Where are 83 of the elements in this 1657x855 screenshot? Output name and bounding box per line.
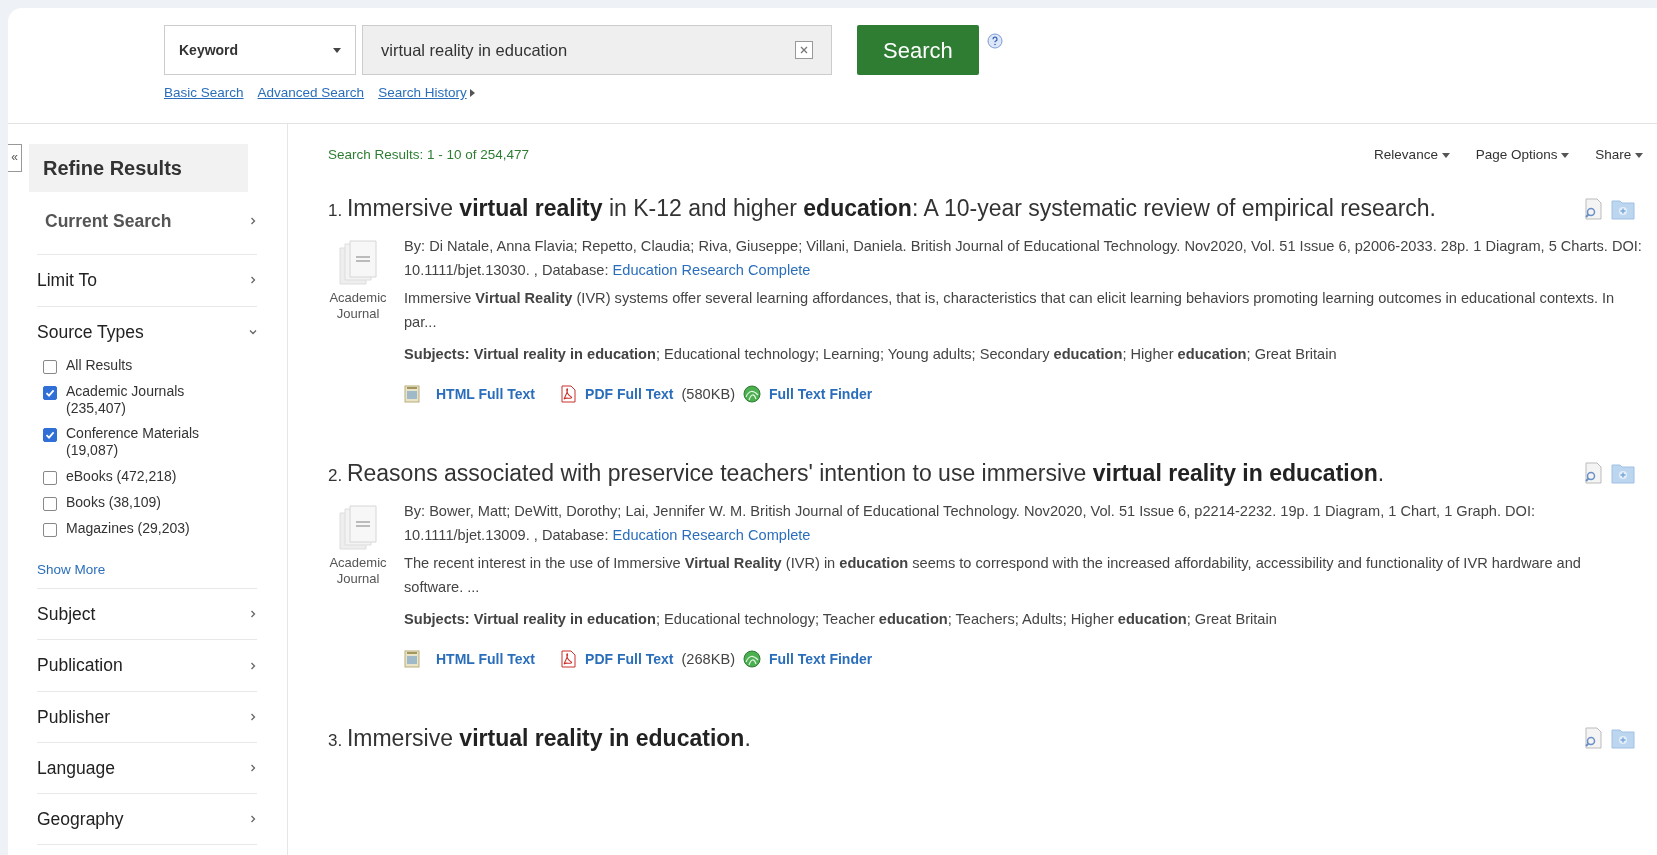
add-to-folder-icon[interactable] [1611, 727, 1635, 750]
chevron-icon [249, 276, 257, 285]
caret-icon [1441, 152, 1450, 158]
clear-icon[interactable] [795, 41, 813, 59]
chevron-icon [249, 217, 257, 226]
add-to-folder-icon[interactable] [1611, 197, 1635, 220]
checkbox-label[interactable]: All Results [66, 356, 133, 374]
facet-header[interactable]: Source Types [37, 306, 257, 357]
facet-header[interactable]: Publisher [37, 691, 257, 743]
checkbox[interactable] [43, 496, 57, 511]
search-input-field[interactable]: virtual reality in education [362, 25, 832, 75]
chevron-icon [249, 610, 257, 619]
facet-header[interactable]: Geography [37, 794, 257, 846]
database-link[interactable]: Education Research Complete [612, 261, 811, 278]
checkbox[interactable] [43, 359, 57, 374]
document-type-label: Academic Journal [328, 289, 388, 323]
facet-header[interactable]: Limit To [37, 255, 257, 307]
database-link[interactable]: Education Research Complete [612, 526, 811, 543]
html-full-text-link[interactable]: HTML Full Text [436, 647, 536, 671]
document-icon [338, 504, 378, 551]
dropdown-menu-button[interactable]: Relevance [1374, 145, 1450, 166]
magnifier-page-icon[interactable] [1583, 462, 1603, 485]
result-title[interactable]: 2. Reasons associated with preservice teachers' intention to use immersive virtual reality in education. [328, 456, 1385, 491]
file-size: (268KB) [681, 650, 735, 670]
chevron-icon [249, 661, 257, 670]
search-mode-link[interactable]: Advanced Search [257, 85, 365, 100]
html-full-text-link[interactable]: HTML Full Text [436, 382, 536, 406]
checkbox-label[interactable]: Academic Journals (235,407) [66, 382, 243, 417]
help-icon[interactable] [986, 33, 1003, 49]
document-icon [338, 239, 378, 286]
result-citation: By: Di Natale, Anna Flavia; Repetto, Claudia; Riva, Giuseppe; Villani, Daniela. British Journal of Educational Technology. Nov2020, Vol. 51 Issue 6, p2006-2033. 28p. 1 Diagram, 5 Charts. DOI: 10.1111/bjet.13030. , Database: Education Research Complete [404, 236, 1643, 280]
facet-header[interactable]: Current Search [37, 192, 257, 256]
result-title[interactable]: 1. Immersive virtual reality in K-12 and higher education: A 10-year systematic review of empirical research. [328, 191, 1436, 226]
checkbox[interactable] [43, 522, 57, 537]
full-text-finder-link[interactable]: Full Text Finder [769, 647, 873, 671]
search-mode-link[interactable]: Basic Search [164, 85, 244, 100]
file-size: (580KB) [681, 385, 735, 405]
caret-icon [1635, 152, 1643, 158]
search-field-type-select[interactable]: Keyword [164, 25, 356, 75]
chevron-icon [249, 327, 257, 336]
html-document-icon [404, 385, 420, 404]
chevron-icon [249, 764, 257, 773]
document-type-label: Academic Journal [328, 554, 388, 588]
pdf-icon [559, 385, 578, 404]
search-history-link[interactable]: Search History [378, 85, 467, 100]
facet-header[interactable]: Publication [37, 640, 257, 692]
checkbox-label[interactable]: Conference Materials (19,087) [66, 425, 243, 459]
checkbox-label[interactable]: eBooks (472,218) [66, 467, 177, 485]
results-summary: Search Results: 1 - 10 of 254,477 [328, 146, 530, 164]
facet-header[interactable]: Language [37, 742, 257, 795]
result-citation: By: Bower, Matt; DeWitt, Dorothy; Lai, Jennifer W. M. British Journal of Educational Technology. Nov2020, Vol. 51 Issue 6, p2214-2232. 19p. 1 Diagram, 1 Chart, 1 Graph. DOI: 10.1111/bjet.13009. , Database: Education Research Complete [404, 501, 1537, 545]
dropdown-menu-button[interactable]: Page Options [1475, 145, 1570, 166]
checkbox[interactable] [43, 470, 57, 485]
dropdown-menu-button[interactable]: Share [1595, 145, 1643, 166]
collapse-button[interactable]: « [8, 144, 22, 172]
magnifier-page-icon[interactable] [1583, 197, 1603, 220]
search-button[interactable]: Search [857, 25, 979, 75]
caret-icon [333, 47, 341, 53]
result-subjects: Subjects: Virtual reality in education; Educational technology; Teacher education; Teachers; Adults; Higher education; Great Britain [404, 610, 1278, 630]
pdf-full-text-link[interactable]: PDF Full Text [585, 647, 674, 671]
pdf-icon [559, 650, 578, 669]
magnifier-page-icon[interactable] [1583, 727, 1603, 750]
triangle-icon [469, 89, 475, 98]
result-abstract: The recent interest in the use of Immersive Virtual Reality (IVR) in education seems to correspond with the increased affordability, accessibility and functionality of IVR hardware and software. ... [404, 553, 1582, 597]
full-text-finder-link[interactable]: Full Text Finder [769, 382, 873, 406]
chevron-icon [249, 712, 257, 721]
result-abstract: Immersive Virtual Reality (IVR) systems offer several learning affordances, that is, characteristics that can elicit learning behaviors promoting learning outcomes in educational contexts. In par... [404, 288, 1616, 332]
chevron-icon [249, 815, 257, 824]
checkbox-label[interactable]: Magazines (29,203) [66, 519, 190, 537]
globe-icon [743, 385, 761, 404]
caret-icon [1561, 152, 1570, 158]
result-subjects: Subjects: Virtual reality in education; Educational technology; Learning; Young adults; Secondary education; Higher education; Great Britain [404, 345, 1338, 365]
checkbox-label[interactable]: Books (38,109) [66, 493, 161, 511]
globe-icon [743, 650, 761, 669]
pdf-full-text-link[interactable]: PDF Full Text [585, 382, 674, 406]
add-to-folder-icon[interactable] [1611, 462, 1635, 485]
html-document-icon [404, 650, 420, 669]
facet-header[interactable]: Subject [37, 589, 257, 641]
checkbox[interactable] [43, 385, 57, 400]
show-more-link[interactable]: Show More [37, 559, 106, 581]
result-title[interactable]: 3. Immersive virtual reality in education. [328, 721, 751, 756]
checkbox[interactable] [43, 428, 57, 443]
refine-results-heading: Refine Results [29, 144, 248, 192]
